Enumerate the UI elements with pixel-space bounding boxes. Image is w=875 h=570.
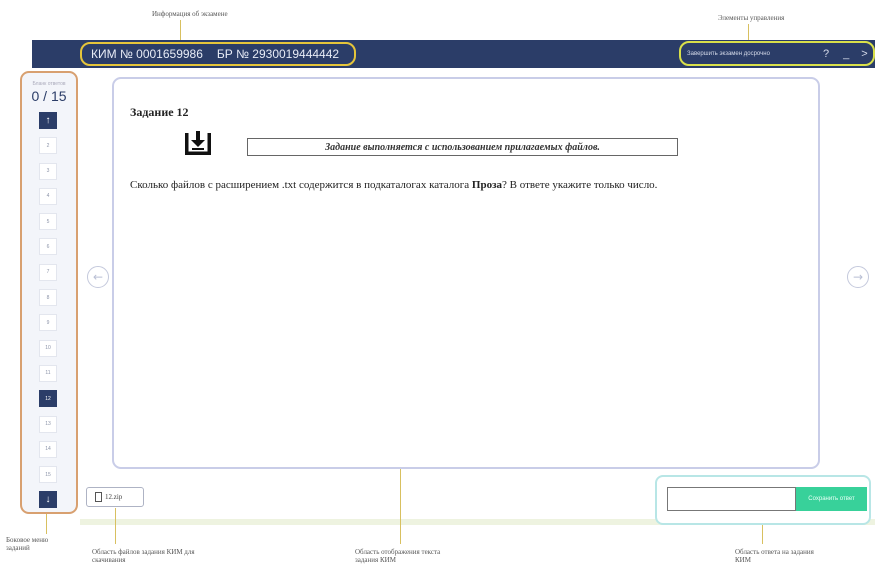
task-display-area: Задание 12 Задание выполняется с использ…	[112, 77, 820, 469]
task-sidebar: Бланк ответов 0 / 15 ↑ 2 3 4 5 6 7 8 9 10 11 12 13 1…	[20, 71, 78, 514]
question-folder: Проза	[471, 179, 503, 191]
task-button[interactable]: 8	[39, 289, 57, 307]
br-number: БР № 2930019444442	[216, 47, 340, 61]
save-answer-button[interactable]: Сохранить ответ	[796, 487, 867, 511]
exam-info: КИМ № 0001659986 БР № 2930019444442	[80, 42, 356, 66]
file-download-button[interactable]: 12.zip	[86, 487, 144, 507]
answer-blank-link[interactable]: Бланк ответов	[22, 81, 76, 87]
annotation-task-line	[400, 469, 401, 544]
next-task-arrow-icon[interactable]: →	[847, 266, 869, 288]
task-button[interactable]: 15	[39, 466, 57, 484]
progress-counter: 0 / 15	[31, 88, 67, 104]
task-button[interactable]: 13	[39, 415, 57, 433]
scroll-down-button[interactable]: ↓	[39, 491, 57, 509]
task-button[interactable]: 9	[39, 314, 57, 332]
question-text-end: ? В ответе укажите только число.	[502, 179, 658, 191]
annotation-task: Область отображения текста задания КИМ	[355, 548, 441, 565]
kim-number: КИМ № 0001659986	[91, 47, 203, 61]
annotation-controls: Элементы управления	[718, 14, 785, 22]
task-button[interactable]: 14	[39, 440, 57, 458]
annotation-files-line	[115, 508, 116, 544]
task-button[interactable]: 3	[39, 162, 57, 180]
task-button[interactable]: 10	[39, 339, 57, 357]
answer-input[interactable]	[667, 487, 796, 511]
file-icon	[95, 492, 102, 502]
task-button[interactable]: 6	[39, 238, 57, 256]
annotation-controls-line	[748, 24, 749, 41]
annotation-exam-info: Информация об экзамене	[152, 10, 228, 18]
task-button[interactable]: 4	[39, 187, 57, 205]
task-button[interactable]: 7	[39, 263, 57, 281]
annotation-exam-info-line	[180, 20, 181, 42]
download-icon[interactable]	[181, 127, 215, 161]
annotation-answer: Область ответа на задания КИМ	[735, 548, 814, 565]
task-button[interactable]: 11	[39, 364, 57, 382]
annotation-sidebar: Боковое меню заданий	[6, 536, 49, 553]
annotation-files: Область файлов задания КИМ для скачивани…	[92, 548, 195, 565]
task-list: ↑ 2 3 4 5 6 7 8 9 10 11 12 13 14 15 ↓	[39, 112, 57, 517]
question-text: Сколько файлов с расширением .txt содерж…	[130, 179, 472, 191]
annotation-answer-line	[762, 525, 763, 544]
finish-exam-button[interactable]: Завершить экзамен досрочно	[687, 51, 805, 57]
task-button[interactable]: 2	[39, 137, 57, 155]
minimize-button[interactable]: _	[843, 48, 849, 60]
annotation-sidebar-line	[46, 514, 47, 534]
task-title: Задание 12	[130, 105, 189, 119]
scroll-up-button[interactable]: ↑	[39, 112, 57, 129]
window-controls: Завершить экзамен досрочно ? _ >	[679, 41, 875, 66]
help-button[interactable]: ?	[823, 48, 829, 60]
task-button[interactable]: 5	[39, 213, 57, 231]
task-button[interactable]: 12	[39, 390, 57, 408]
answer-area: Сохранить ответ	[655, 475, 871, 525]
file-name: 12.zip	[105, 493, 123, 501]
file-note: Задание выполняется с использованием при…	[247, 138, 678, 156]
task-question: Сколько файлов с расширением .txt содерж…	[130, 179, 657, 191]
next-button[interactable]: >	[861, 48, 867, 60]
prev-task-arrow-icon[interactable]: ←	[87, 266, 109, 288]
